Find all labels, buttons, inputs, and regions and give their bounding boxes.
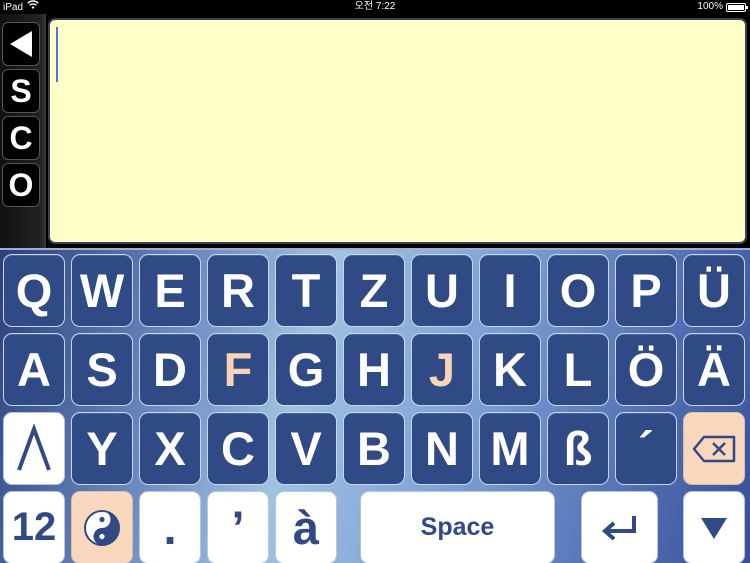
key-k[interactable]: K: [479, 333, 541, 406]
key-acute-accent[interactable]: ´: [615, 412, 677, 485]
key-c[interactable]: C: [207, 412, 269, 485]
shift-caret-icon: [17, 423, 51, 471]
status-right: 100%: [697, 0, 748, 14]
key-e[interactable]: E: [139, 254, 201, 327]
key-eszett[interactable]: ß: [547, 412, 609, 485]
key-s[interactable]: S: [71, 333, 133, 406]
battery-icon: [726, 3, 748, 12]
key-m[interactable]: M: [479, 412, 541, 485]
numbers-key[interactable]: 12: [3, 491, 65, 563]
period-key[interactable]: .: [139, 491, 201, 563]
down-triangle-icon: [701, 517, 727, 539]
key-q[interactable]: Q: [3, 254, 65, 327]
yin-yang-icon: [84, 509, 120, 546]
key-v[interactable]: V: [275, 412, 337, 485]
key-d[interactable]: D: [139, 333, 201, 406]
key-t[interactable]: T: [275, 254, 337, 327]
side-toolbar: S C O: [0, 14, 46, 250]
backspace-key[interactable]: [683, 412, 745, 485]
key-n[interactable]: N: [411, 412, 473, 485]
keyboard: Q W E R T Z U I O P Ü A S D F G H J K L …: [0, 248, 750, 563]
key-h[interactable]: H: [343, 333, 405, 406]
text-caret: [56, 27, 58, 82]
s-button[interactable]: S: [2, 69, 40, 113]
o-button[interactable]: O: [2, 163, 40, 207]
apostrophe-key[interactable]: ’: [207, 491, 269, 563]
accent-a-key[interactable]: à: [275, 491, 337, 563]
key-w[interactable]: W: [71, 254, 133, 327]
key-r[interactable]: R: [207, 254, 269, 327]
key-u[interactable]: U: [411, 254, 473, 327]
key-a-umlaut[interactable]: Ä: [683, 333, 745, 406]
key-y[interactable]: Y: [71, 412, 133, 485]
key-i[interactable]: I: [479, 254, 541, 327]
c-button[interactable]: C: [2, 116, 40, 160]
space-key[interactable]: Space: [360, 491, 555, 563]
key-o-umlaut[interactable]: Ö: [615, 333, 677, 406]
key-p[interactable]: P: [615, 254, 677, 327]
key-a[interactable]: A: [3, 333, 65, 406]
return-arrow-icon: [601, 515, 636, 540]
yin-yang-key[interactable]: [71, 491, 133, 563]
text-input-area[interactable]: [48, 18, 747, 244]
key-x[interactable]: X: [139, 412, 201, 485]
status-bar: iPad 오전 7:22 100%: [0, 0, 750, 14]
shift-key[interactable]: [3, 412, 65, 485]
clock: 오전 7:22: [354, 1, 396, 12]
back-arrow-icon: [10, 31, 32, 57]
key-j[interactable]: J: [411, 333, 473, 406]
key-u-umlaut[interactable]: Ü: [683, 254, 745, 327]
hide-keyboard-key[interactable]: [683, 491, 745, 563]
key-f[interactable]: F: [207, 333, 269, 406]
key-z[interactable]: Z: [343, 254, 405, 327]
key-g[interactable]: G: [275, 333, 337, 406]
key-b[interactable]: B: [343, 412, 405, 485]
key-o[interactable]: O: [547, 254, 609, 327]
key-l[interactable]: L: [547, 333, 609, 406]
backspace-icon: [692, 435, 736, 462]
battery-percent: 100%: [697, 1, 723, 12]
back-button[interactable]: [2, 22, 40, 66]
return-key[interactable]: [581, 491, 658, 563]
